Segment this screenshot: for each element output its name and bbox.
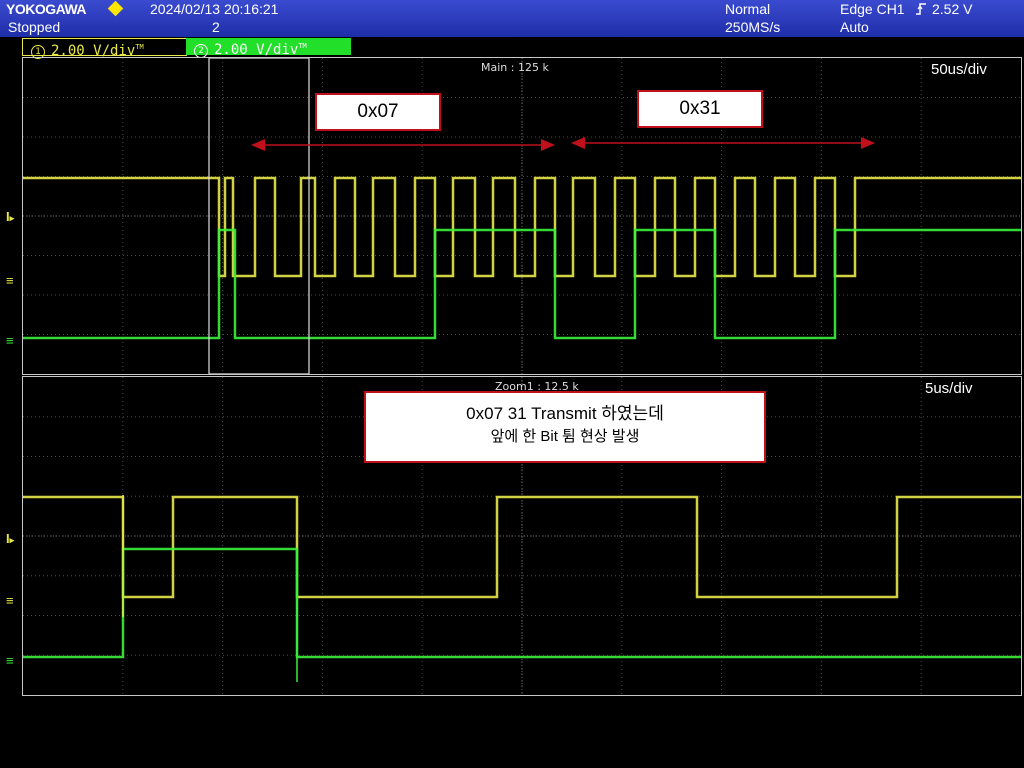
acquisition-mode: Normal bbox=[725, 1, 771, 17]
ch2-suffix: TM bbox=[298, 42, 307, 50]
arrow-head-right bbox=[541, 139, 555, 151]
trigger-level: 2.52 V bbox=[932, 1, 973, 17]
ch2-number-icon: 2 bbox=[194, 44, 208, 58]
brand-diamond-icon bbox=[107, 0, 124, 17]
arrow-head-left bbox=[251, 139, 265, 151]
datetime: 2024/02/13 20:16:21 bbox=[150, 1, 279, 17]
run-status: Stopped bbox=[8, 19, 61, 35]
label-byte-0x07: 0x07 bbox=[315, 93, 441, 131]
graticule bbox=[23, 58, 1021, 374]
main-waveform-area bbox=[23, 58, 1021, 374]
main-timebase: 50us/div bbox=[931, 61, 987, 78]
zoom-ch1-ground-marker: ≡ bbox=[6, 593, 14, 608]
zoom-ch2-ground-marker: ≡ bbox=[6, 653, 14, 668]
ch1-scale-box[interactable]: 1 2.00 V/divTM bbox=[22, 38, 187, 59]
rising-edge-icon bbox=[916, 3, 926, 15]
arrow-head-left bbox=[571, 137, 585, 149]
main-ch2-ground-marker: ≡ bbox=[6, 333, 14, 348]
arrow-byte-0x07 bbox=[251, 139, 555, 151]
note-line-1: 0x07 31 Transmit 하였는데 bbox=[466, 404, 664, 423]
main-trigger-level-marker: I▸ bbox=[6, 209, 15, 224]
trigger-mode: Auto bbox=[840, 19, 869, 35]
brand-logo: YOKOGAWA bbox=[6, 1, 87, 17]
main-ch1-ground-marker: ≡ bbox=[6, 273, 14, 288]
status-bar: YOKOGAWA Stopped 2024/02/13 20:16:21 2 N… bbox=[0, 0, 1024, 37]
main-record-length: Main : 125 k bbox=[481, 61, 549, 74]
zoom-timebase: 5us/div bbox=[925, 380, 973, 397]
main-waveform-panel[interactable]: Main : 125 k 50us/div 0x07 0x31 bbox=[22, 57, 1022, 375]
trigger-source: Edge CH1 bbox=[840, 1, 905, 17]
arrow-byte-0x31 bbox=[571, 137, 875, 149]
ch2-scale-box[interactable]: 2 2.00 V/divTM bbox=[186, 38, 351, 58]
ch1-suffix: TM bbox=[135, 43, 144, 51]
arrow-head-right bbox=[861, 137, 875, 149]
ch2-scale: 2.00 V/div bbox=[214, 42, 299, 58]
label-byte-0x31: 0x31 bbox=[637, 90, 763, 128]
zoom-trigger-level-marker: I▸ bbox=[6, 531, 15, 546]
note-line-2: 앞에 한 Bit 튐 현상 발생 bbox=[490, 428, 640, 445]
acquisition-count: 2 bbox=[212, 19, 220, 35]
zoom-waveform-panel[interactable]: Zoom1 : 12.5 k 5us/div 0x07 31 Transmit … bbox=[22, 376, 1022, 696]
annotation-note: 0x07 31 Transmit 하였는데 앞에 한 Bit 튐 현상 발생 bbox=[364, 391, 766, 463]
sample-rate: 250MS/s bbox=[725, 19, 781, 35]
